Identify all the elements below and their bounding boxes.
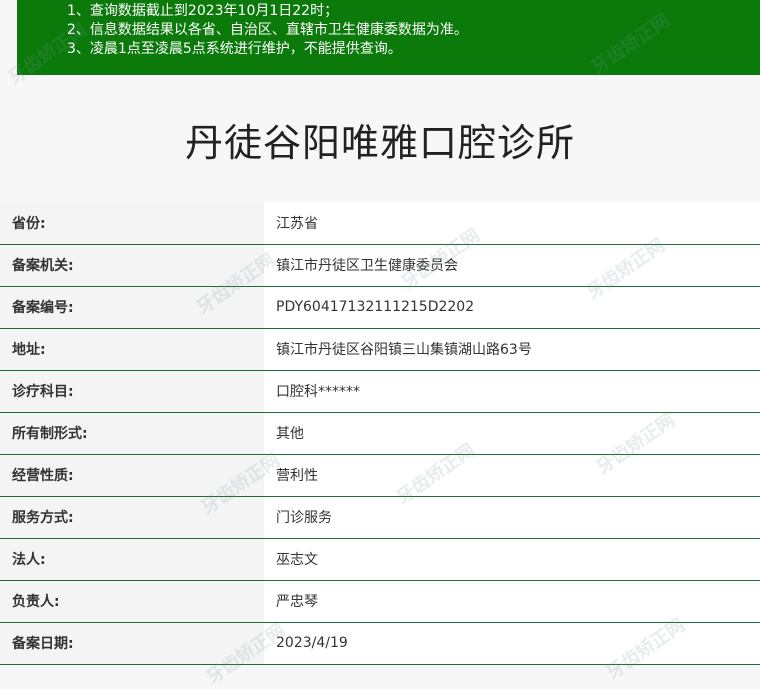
- row-value-authority: 镇江市丹徒区卫生健康委员会: [264, 244, 760, 287]
- row-label-ownership: 所有制形式:: [0, 412, 264, 455]
- row-label-authority: 备案机关:: [0, 244, 264, 287]
- table-row-province: 省份: 江苏省: [0, 202, 760, 245]
- row-label-service-type: 服务方式:: [0, 496, 264, 539]
- row-label-record-number: 备案编号:: [0, 286, 264, 329]
- row-label-legal-person: 法人:: [0, 538, 264, 581]
- table-row-person-in-charge: 负责人: 严忠琴: [0, 580, 760, 623]
- table-row-departments: 诊疗科目: 口腔科******: [0, 370, 760, 413]
- row-label-address: 地址:: [0, 328, 264, 371]
- notice-line-3: 3、凌晨1点至凌晨5点系统进行维护，不能提供查询。: [67, 41, 402, 57]
- table-row-ownership: 所有制形式: 其他: [0, 412, 760, 455]
- table-row-record-date: 备案日期: 2023/4/19: [0, 622, 760, 665]
- table-row-address: 地址: 镇江市丹徒区谷阳镇三山集镇湖山路63号: [0, 328, 760, 371]
- table-row-authority: 备案机关: 镇江市丹徒区卫生健康委员会: [0, 244, 760, 287]
- row-value-record-date: 2023/4/19: [264, 622, 760, 665]
- row-value-person-in-charge: 严忠琴: [264, 580, 760, 623]
- table-row-record-number: 备案编号: PDY60417132111215D2202: [0, 286, 760, 329]
- notice-line-2: 2、信息数据结果以各省、自治区、直辖市卫生健康委数据为准。: [67, 22, 468, 38]
- clinic-info-table: 省份: 江苏省 备案机关: 镇江市丹徒区卫生健康委员会 备案编号: PDY604…: [0, 202, 760, 665]
- row-value-province: 江苏省: [264, 202, 760, 245]
- row-label-departments: 诊疗科目:: [0, 370, 264, 413]
- row-value-business-nature: 营利性: [264, 454, 760, 497]
- row-label-business-nature: 经营性质:: [0, 454, 264, 497]
- row-label-person-in-charge: 负责人:: [0, 580, 264, 623]
- table-row-business-nature: 经营性质: 营利性: [0, 454, 760, 497]
- row-label-record-date: 备案日期:: [0, 622, 264, 665]
- row-value-departments: 口腔科******: [264, 370, 760, 413]
- row-label-province: 省份:: [0, 202, 264, 245]
- row-value-address: 镇江市丹徒区谷阳镇三山集镇湖山路63号: [264, 328, 760, 371]
- page-title: 丹徒谷阳唯雅口腔诊所: [184, 121, 575, 165]
- table-row-legal-person: 法人: 巫志文: [0, 538, 760, 581]
- row-value-service-type: 门诊服务: [264, 496, 760, 539]
- table-row-service-type: 服务方式: 门诊服务: [0, 496, 760, 539]
- notice-banner: 1、查询数据截止到2023年10月1日22时； 2、信息数据结果以各省、自治区、…: [17, 0, 760, 75]
- row-value-ownership: 其他: [264, 412, 760, 455]
- notice-line-1: 1、查询数据截止到2023年10月1日22时；: [67, 3, 339, 19]
- row-value-legal-person: 巫志文: [264, 538, 760, 581]
- row-value-record-number: PDY60417132111215D2202: [264, 286, 760, 329]
